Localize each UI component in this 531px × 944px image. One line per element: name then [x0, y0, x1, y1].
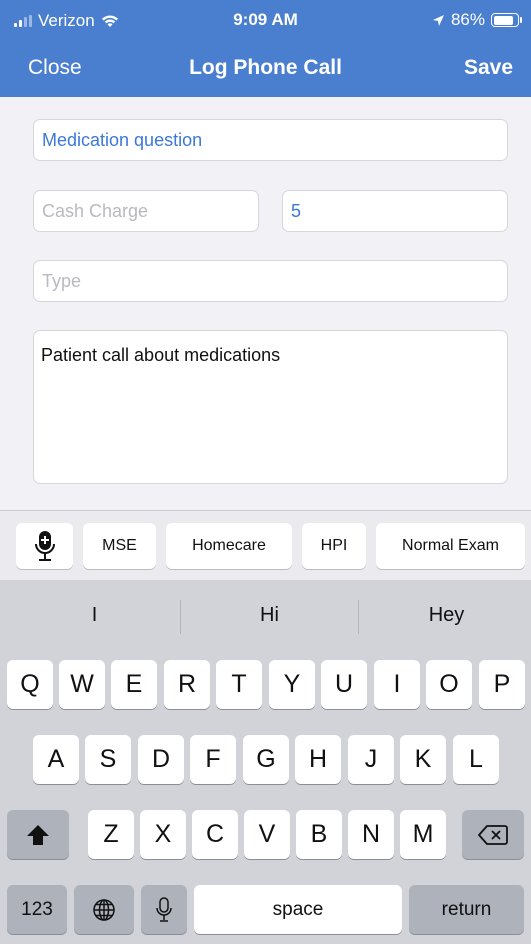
cash-charge-field[interactable]: Cash Charge	[33, 190, 259, 232]
status-bar: Verizon 9:09 AM 86%	[0, 0, 531, 40]
key-g[interactable]: G	[243, 735, 289, 784]
key-o[interactable]: O	[426, 660, 472, 709]
normal-exam-button[interactable]: Normal Exam	[376, 523, 525, 569]
key-l[interactable]: L	[453, 735, 499, 784]
homecare-button[interactable]: Homecare	[166, 523, 292, 569]
duration-field[interactable]: 5	[282, 190, 508, 232]
key-s[interactable]: S	[85, 735, 131, 784]
subject-field[interactable]: Medication question	[33, 119, 508, 161]
key-v[interactable]: V	[244, 810, 290, 859]
status-right: 86%	[432, 10, 522, 30]
shift-key[interactable]	[7, 810, 69, 859]
key-w[interactable]: W	[59, 660, 105, 709]
key-a[interactable]: A	[33, 735, 79, 784]
keyboard-accessory-bar: MSE Homecare HPI Normal Exam	[0, 510, 531, 580]
notes-textarea[interactable]: Patient call about medications	[33, 330, 508, 484]
key-r[interactable]: R	[164, 660, 210, 709]
save-button[interactable]: Save	[464, 56, 513, 80]
key-x[interactable]: X	[140, 810, 186, 859]
numbers-key[interactable]: 123	[7, 885, 67, 934]
delete-key[interactable]	[462, 810, 524, 859]
suggestion-item[interactable]: Hey	[358, 604, 531, 627]
key-y[interactable]: Y	[269, 660, 315, 709]
key-c[interactable]: C	[192, 810, 238, 859]
suggestion-bar: I Hi Hey	[0, 580, 531, 654]
key-i[interactable]: I	[374, 660, 420, 709]
battery-icon	[491, 13, 522, 27]
key-n[interactable]: N	[348, 810, 394, 859]
key-t[interactable]: T	[216, 660, 262, 709]
suggestion-item[interactable]: I	[6, 604, 183, 627]
key-h[interactable]: H	[295, 735, 341, 784]
key-u[interactable]: U	[321, 660, 367, 709]
key-k[interactable]: K	[400, 735, 446, 784]
call-form: Medication question Cash Charge 5 Type P…	[0, 97, 531, 510]
microphone-plus-icon	[34, 531, 55, 561]
mse-button[interactable]: MSE	[83, 523, 156, 569]
nav-bar: Close Log Phone Call Save	[0, 46, 531, 90]
battery-percent: 86%	[450, 10, 485, 29]
key-b[interactable]: B	[296, 810, 342, 859]
close-button[interactable]: Close	[28, 56, 82, 80]
location-arrow-icon	[432, 14, 444, 26]
dictation-button[interactable]	[16, 523, 73, 569]
hpi-button[interactable]: HPI	[302, 523, 366, 569]
key-e[interactable]: E	[111, 660, 157, 709]
key-m[interactable]: M	[400, 810, 446, 859]
type-field[interactable]: Type	[33, 260, 508, 302]
key-p[interactable]: P	[479, 660, 525, 709]
key-d[interactable]: D	[138, 735, 184, 784]
return-key[interactable]: return	[409, 885, 524, 934]
space-key[interactable]: space	[194, 885, 402, 934]
globe-icon	[93, 898, 115, 921]
key-q[interactable]: Q	[7, 660, 53, 709]
dictation-key[interactable]	[141, 885, 187, 934]
key-j[interactable]: J	[348, 735, 394, 784]
microphone-icon	[156, 896, 172, 922]
top-bar: Verizon 9:09 AM 86% Close Log Phone Call…	[0, 0, 531, 97]
backspace-icon	[478, 824, 508, 845]
globe-key[interactable]	[74, 885, 134, 934]
key-z[interactable]: Z	[88, 810, 134, 859]
key-f[interactable]: F	[190, 735, 236, 784]
suggestion-item[interactable]: Hi	[181, 604, 358, 627]
shift-arrow-icon	[27, 824, 49, 845]
